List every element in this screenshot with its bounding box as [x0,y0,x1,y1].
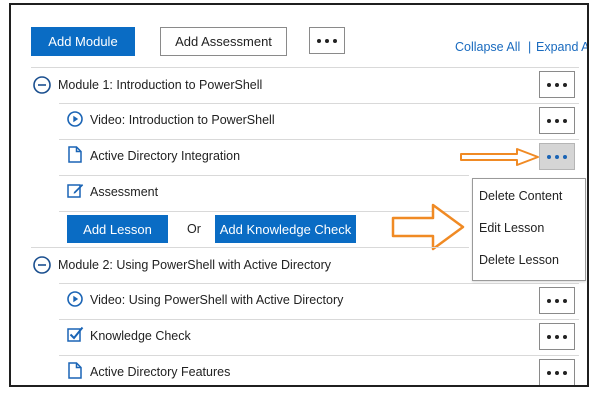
lesson-label[interactable]: Active Directory Integration [90,149,240,163]
course-outline-panel: Add Module Add Assessment Collapse All |… [9,3,589,387]
annotation-arrow-icon [460,148,539,166]
expand-all-link[interactable]: Expand All [536,40,587,54]
lesson-more-button[interactable] [539,107,575,134]
lesson-more-button[interactable] [539,359,575,385]
lesson-label[interactable]: Knowledge Check [90,329,191,343]
add-module-button[interactable]: Add Module [31,27,135,56]
divider [59,283,579,284]
lesson-label[interactable]: Active Directory Features [90,365,230,379]
divider [59,103,579,104]
module-title[interactable]: Module 2: Using PowerShell with Active D… [58,258,331,272]
add-lesson-label: Add Lesson [83,221,152,237]
collapse-toggle-icon[interactable] [33,256,51,274]
or-label: Or [187,222,201,236]
play-circle-icon [67,291,83,307]
add-knowledge-check-button[interactable]: Add Knowledge Check [215,215,356,243]
lesson-label[interactable]: Video: Introduction to PowerShell [90,113,275,127]
context-menu: Delete Content Edit Lesson Delete Lesson [472,178,586,281]
divider [59,355,579,356]
toolbar-more-button[interactable] [309,27,345,54]
menu-item-delete-lesson[interactable]: Delete Lesson [479,253,559,267]
checkbox-icon [67,326,84,342]
document-icon [68,146,82,163]
menu-item-edit-lesson[interactable]: Edit Lesson [479,221,544,235]
module-title[interactable]: Module 1: Introduction to PowerShell [58,78,262,92]
lesson-more-button[interactable] [539,143,575,170]
document-icon [68,362,82,379]
module-more-button[interactable] [539,71,575,98]
edit-icon [67,184,84,198]
add-assessment-button[interactable]: Add Assessment [160,27,287,56]
collapse-all-link[interactable]: Collapse All [455,40,520,54]
add-lesson-button[interactable]: Add Lesson [67,215,168,243]
link-separator: | [528,40,532,54]
divider [59,139,579,140]
lesson-label[interactable]: Assessment [90,185,158,199]
play-circle-icon [67,111,83,127]
divider [59,319,579,320]
add-module-label: Add Module [48,34,118,49]
divider [31,67,579,68]
lesson-label[interactable]: Video: Using PowerShell with Active Dire… [90,293,343,307]
menu-item-delete-content[interactable]: Delete Content [479,189,562,203]
annotation-arrow-icon [391,203,465,251]
lesson-more-button[interactable] [539,323,575,350]
divider [59,175,469,176]
add-assessment-label: Add Assessment [175,34,272,49]
lesson-more-button[interactable] [539,287,575,314]
divider [31,247,469,248]
add-knowledge-check-label: Add Knowledge Check [219,221,352,237]
collapse-toggle-icon[interactable] [33,76,51,94]
